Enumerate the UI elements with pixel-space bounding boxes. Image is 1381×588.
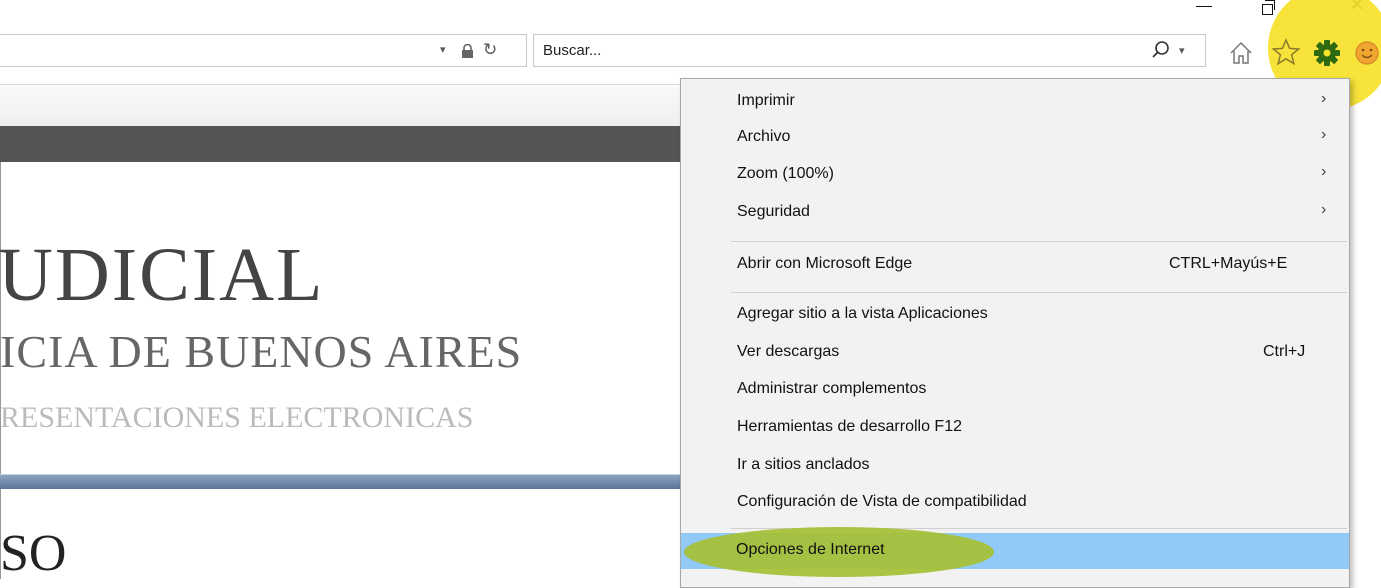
- search-input[interactable]: Buscar...: [543, 42, 601, 59]
- submenu-arrow-icon: ›: [1321, 126, 1327, 143]
- menu-item-downloads[interactable]: Ver descargas Ctrl+J: [681, 335, 1349, 371]
- address-dropdown-icon[interactable]: ▾: [440, 43, 446, 56]
- submenu-arrow-icon: ›: [1321, 90, 1327, 107]
- page-tab-strip: [0, 84, 680, 127]
- menu-item-pinned-sites[interactable]: Ir a sitios anclados: [681, 448, 1349, 484]
- menu-item-archivo[interactable]: Archivo ›: [681, 120, 1349, 156]
- search-icon[interactable]: [1151, 40, 1171, 60]
- page-title: UDICIAL: [0, 233, 325, 317]
- minimize-button[interactable]: [1196, 0, 1212, 14]
- menu-item-imprimir[interactable]: Imprimir ›: [681, 84, 1349, 120]
- menu-item-label: Herramientas de desarrollo F12: [737, 418, 962, 435]
- smiley-feedback-icon[interactable]: [1354, 40, 1380, 66]
- menu-item-add-site-apps[interactable]: Agregar sitio a la vista Aplicaciones: [681, 297, 1349, 333]
- menu-item-label: Abrir con Microsoft Edge: [737, 255, 913, 272]
- restore-button[interactable]: [1262, 0, 1276, 15]
- tools-menu: Imprimir › Archivo › Zoom (100%) › Segur…: [680, 78, 1350, 588]
- page-tagline: RESENTACIONES ELECTRONICAS: [0, 401, 474, 434]
- menu-shortcut: CTRL+Mayús+E: [1169, 255, 1288, 272]
- menu-item-label: Administrar complementos: [737, 380, 927, 397]
- menu-item-label: Zoom (100%): [737, 165, 834, 182]
- submenu-arrow-icon: ›: [1321, 201, 1327, 218]
- page-divider-band: [0, 474, 680, 489]
- menu-item-label: Archivo: [737, 128, 791, 145]
- menu-item-seguridad[interactable]: Seguridad ›: [681, 195, 1349, 231]
- menu-item-open-edge[interactable]: Abrir con Microsoft Edge CTRL+Mayús+E: [681, 247, 1349, 283]
- menu-item-label: Imprimir: [737, 92, 795, 109]
- tools-gear-icon[interactable]: [1313, 39, 1341, 67]
- menu-item-label: Ir a sitios anclados: [737, 456, 870, 473]
- menu-item-compat-view[interactable]: Configuración de Vista de compatibilidad: [681, 485, 1349, 521]
- menu-shortcut: Ctrl+J: [1263, 343, 1306, 360]
- page-section-heading: SO: [0, 525, 67, 582]
- menu-item-label: Agregar sitio a la vista Aplicaciones: [737, 305, 988, 322]
- menu-item-label: Configuración de Vista de compatibilidad: [737, 493, 1027, 510]
- favorites-star-icon[interactable]: [1271, 38, 1301, 66]
- search-box[interactable]: Buscar... ▾: [533, 34, 1206, 67]
- home-icon[interactable]: [1228, 40, 1254, 66]
- menu-item-label: Seguridad: [737, 203, 810, 220]
- search-dropdown-icon[interactable]: ▾: [1179, 44, 1185, 57]
- menu-item-devtools[interactable]: Herramientas de desarrollo F12: [681, 410, 1349, 446]
- refresh-icon[interactable]: ↻: [483, 41, 501, 59]
- menu-item-zoom[interactable]: Zoom (100%) ›: [681, 157, 1349, 193]
- menu-item-manage-addons[interactable]: Administrar complementos: [681, 372, 1349, 408]
- submenu-arrow-icon: ›: [1321, 163, 1327, 180]
- menu-separator: [731, 241, 1347, 242]
- menu-item-label: Ver descargas: [737, 343, 840, 360]
- lock-icon[interactable]: [461, 44, 474, 58]
- menu-separator: [731, 292, 1347, 293]
- page-header-band: [0, 126, 680, 162]
- page-subtitle: ICIA DE BUENOS AIRES: [0, 326, 523, 377]
- address-bar[interactable]: ▾ ↻: [0, 34, 527, 67]
- menu-item-internet-options-label[interactable]: Opciones de Internet: [736, 541, 885, 559]
